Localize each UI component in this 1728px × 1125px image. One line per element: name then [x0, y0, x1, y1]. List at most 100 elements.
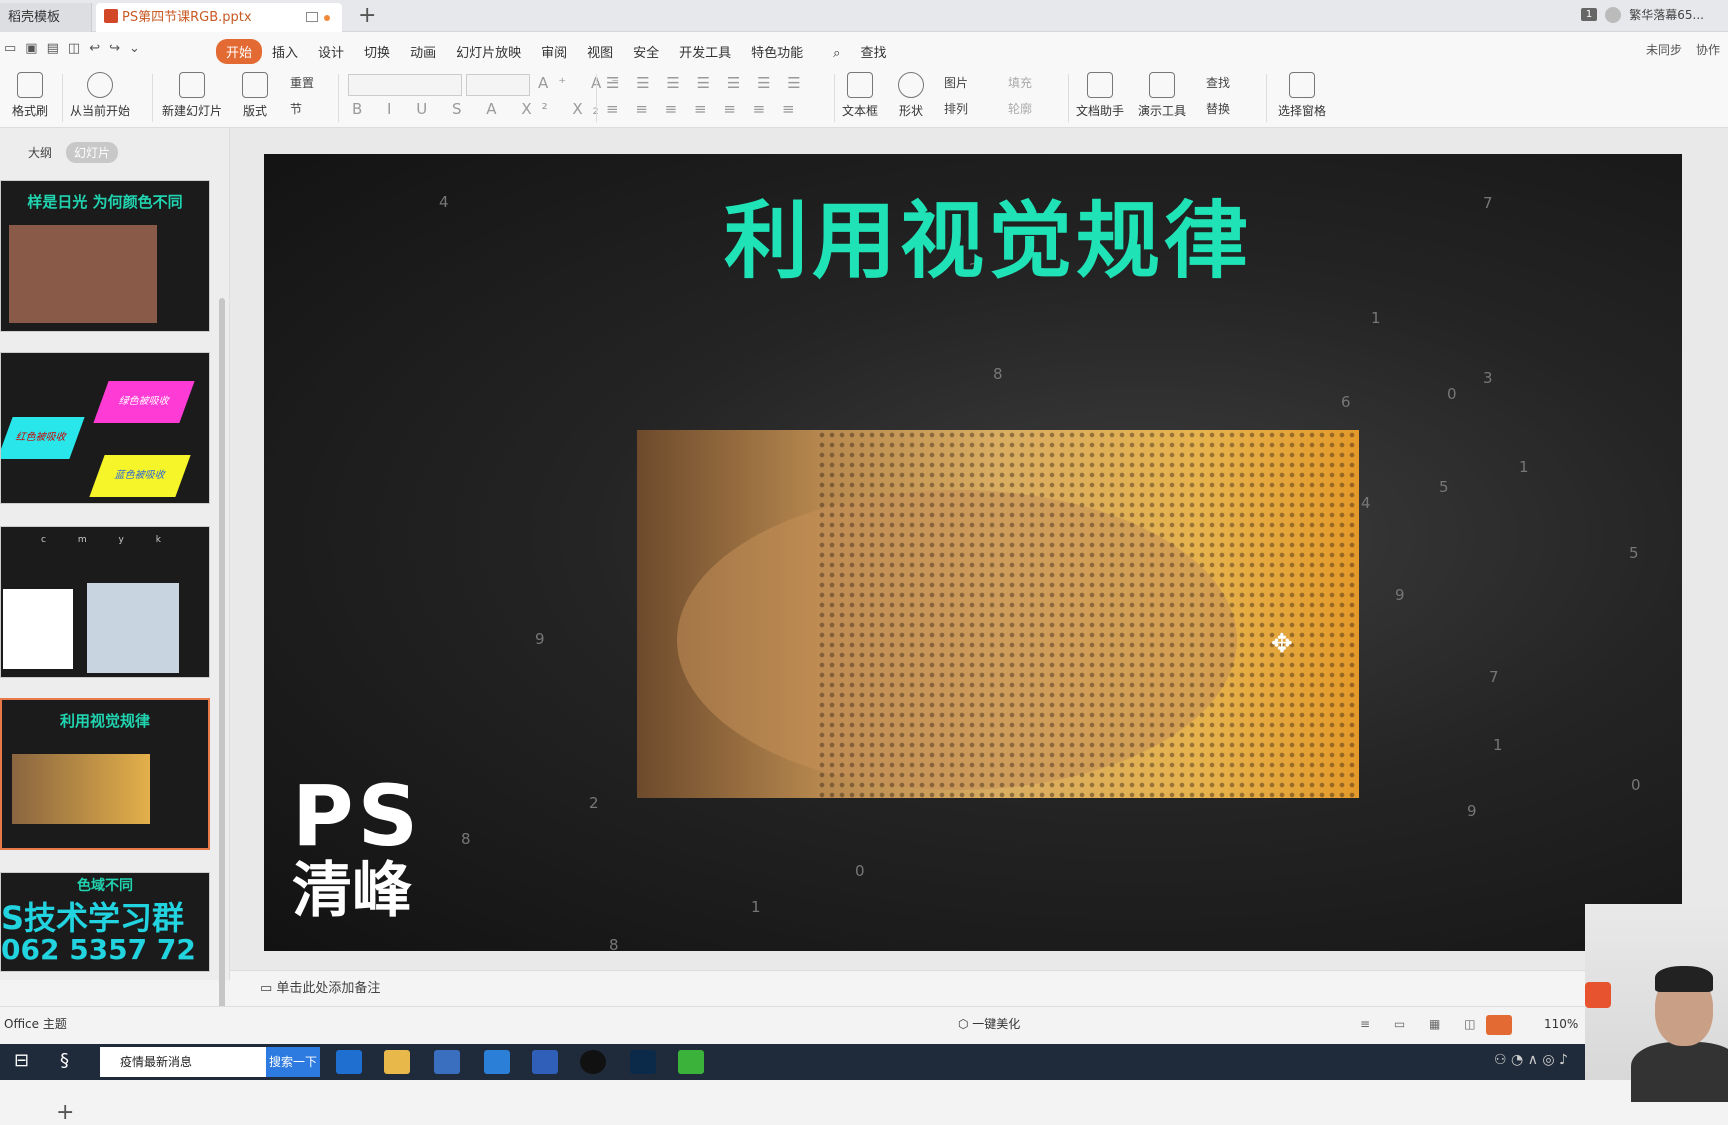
tab-slideshow[interactable]: 幻灯片放映 [446, 39, 531, 64]
photoshop-icon[interactable] [630, 1050, 656, 1074]
doc-helper-button[interactable]: 文档助手 [1076, 72, 1124, 119]
outline-button[interactable]: 轮廓 [1008, 100, 1032, 117]
slide-thumbnail[interactable]: cmyk [0, 526, 210, 678]
undo-icon[interactable]: ↩ [89, 41, 100, 56]
taskbar-search-button[interactable]: 搜索一下 [266, 1047, 320, 1077]
tile-number: 3 [1483, 369, 1493, 387]
tab-transition[interactable]: 切换 [354, 39, 400, 64]
slide-thumbnail[interactable]: 色域不同 S技术学习群 062 5357 72 [0, 872, 210, 972]
record-icon[interactable] [580, 1050, 606, 1074]
view-mode-icons[interactable]: ≡ ▭ ▦ ◫ [1360, 1007, 1486, 1041]
presenter-body [1631, 1042, 1728, 1102]
divider [1068, 74, 1069, 122]
play-icon [87, 72, 113, 98]
tab-features[interactable]: 特色功能 [741, 39, 813, 64]
find-button[interactable]: 查找 [1206, 74, 1230, 91]
system-tray-icons[interactable]: ⚇ ◔ ∧ ◎ ♪ [1494, 1052, 1568, 1068]
tab-home[interactable]: 开始 [216, 39, 263, 64]
font-family-select[interactable] [348, 74, 462, 96]
app-icon[interactable]: § [60, 1050, 69, 1071]
layout-button[interactable]: 版式 [242, 72, 268, 119]
font-size-select[interactable] [466, 74, 530, 96]
more-icon[interactable]: ⌄ [129, 41, 140, 56]
divider [338, 74, 339, 122]
beautify-button[interactable]: ⬡ 一键美化 [958, 1007, 1020, 1041]
redo-icon[interactable]: ↪ [109, 41, 120, 56]
tab-security[interactable]: 安全 [623, 39, 669, 64]
tab-template[interactable]: 稻壳模板 [0, 3, 92, 32]
new-slide-button[interactable]: 新建幻灯片 [162, 72, 222, 119]
zoom-level[interactable]: 110% [1544, 1007, 1578, 1041]
sogou-icon [1585, 982, 1611, 1008]
ribbon: 格式刷 从当前开始 新建幻灯片 版式 重置 节 A⁺ A⁻ B I U S A … [0, 66, 1728, 128]
tab-review[interactable]: 审阅 [531, 39, 577, 64]
add-slide-button[interactable]: + [56, 1100, 74, 1125]
sync-status[interactable]: 未同步 [1646, 41, 1682, 58]
tab-design[interactable]: 设计 [308, 39, 354, 64]
tab-animation[interactable]: 动画 [400, 39, 446, 64]
slide-thumbnail[interactable]: 样是日光 为何颜色不同 [0, 180, 210, 332]
tab-developer[interactable]: 开发工具 [669, 39, 741, 64]
divider [596, 74, 597, 122]
menu-right: 未同步 协作 [1646, 41, 1720, 58]
font-style-buttons[interactable]: B I U S A X² X₂ [352, 100, 609, 118]
tab-view[interactable]: 视图 [577, 39, 623, 64]
tab-outline[interactable]: 大纲 [20, 142, 60, 163]
tab-slides[interactable]: 幻灯片 [66, 142, 119, 163]
divider [152, 74, 153, 122]
thumbnail-scrollbar[interactable] [219, 298, 225, 1038]
tab-document[interactable]: PS第四节课RGB.pptx [96, 3, 342, 32]
explorer-icon[interactable] [384, 1050, 410, 1074]
collab-button[interactable]: 协作 [1696, 41, 1720, 58]
select-pane-button[interactable]: 选择窗格 [1278, 72, 1326, 119]
list-format-icons[interactable]: ☰ ☰ ☰ ☰ ☰ ☰ ☰ [606, 74, 807, 92]
slide-title[interactable]: 利用视觉规律 [264, 174, 1682, 295]
tile-number: 5 [1629, 544, 1639, 562]
arrange-button[interactable]: 排列 [944, 100, 968, 117]
move-cursor-icon: ✥ [1271, 629, 1293, 659]
divider [834, 74, 835, 122]
mail-icon[interactable] [484, 1050, 510, 1074]
pizza-halftone-image[interactable] [637, 430, 1359, 798]
wps-icon[interactable] [532, 1050, 558, 1074]
layout-icon [242, 72, 268, 98]
cmyk-labels: cmyk [41, 535, 161, 545]
preview-icon[interactable]: ◫ [68, 41, 80, 56]
thumbnail-shape: 蓝色被吸收 [89, 455, 191, 497]
print-icon[interactable]: ▤ [47, 41, 59, 56]
present-tool-button[interactable]: 演示工具 [1138, 72, 1186, 119]
fill-button[interactable]: 填充 [1008, 74, 1032, 91]
window-icon[interactable] [306, 12, 318, 22]
tile-number: 1 [1519, 458, 1529, 476]
tab-insert[interactable]: 插入 [262, 39, 308, 64]
tile-number: 8 [461, 830, 471, 848]
wechat-icon[interactable] [678, 1050, 704, 1074]
slide-thumbnail-selected[interactable]: 利用视觉规律 [0, 698, 210, 850]
edge-icon[interactable] [336, 1050, 362, 1074]
format-painter-button[interactable]: 格式刷 [12, 72, 48, 119]
tile-number: 9 [1467, 802, 1477, 820]
task-view-icon[interactable]: ⊟ [14, 1050, 29, 1071]
section-button[interactable]: 节 [290, 100, 302, 117]
from-current-button[interactable]: 从当前开始 [70, 72, 130, 119]
slide-thumbnail[interactable]: 绿色被吸收 红色被吸收 蓝色被吸收 [0, 352, 210, 504]
open-icon[interactable]: ▭ [4, 41, 16, 56]
store-icon[interactable] [434, 1050, 460, 1074]
thumbnail-image [87, 583, 179, 673]
reset-button[interactable]: 重置 [290, 74, 314, 91]
current-slide[interactable]: 4 2 8 9 2 8 0 1 8 7 1 6 0 3 5 4 1 9 7 5 … [264, 154, 1682, 951]
align-icons[interactable]: ≡ ≡ ≡ ≡ ≡ ≡ ≡ [606, 100, 801, 118]
account-area[interactable]: 1 繁华落幕65... [1580, 6, 1704, 23]
picture-button[interactable]: 图片 [944, 74, 968, 91]
play-slideshow-button[interactable] [1486, 1015, 1512, 1035]
shape-button[interactable]: 形状 [898, 72, 924, 119]
taskbar-search-input[interactable]: 疫情最新消息 [100, 1047, 266, 1077]
textbox-button[interactable]: 文本框 [842, 72, 878, 119]
brush-icon [17, 72, 43, 98]
pane-tabs: 大纲 幻灯片 [20, 142, 119, 163]
save-icon[interactable]: ▣ [25, 41, 37, 56]
new-tab-button[interactable]: + [358, 3, 376, 29]
menu-search[interactable]: ⌕ 查找 [813, 39, 906, 64]
notes-area[interactable]: ▭ 单击此处添加备注 [230, 970, 1728, 1006]
replace-button[interactable]: 替换 [1206, 100, 1230, 117]
